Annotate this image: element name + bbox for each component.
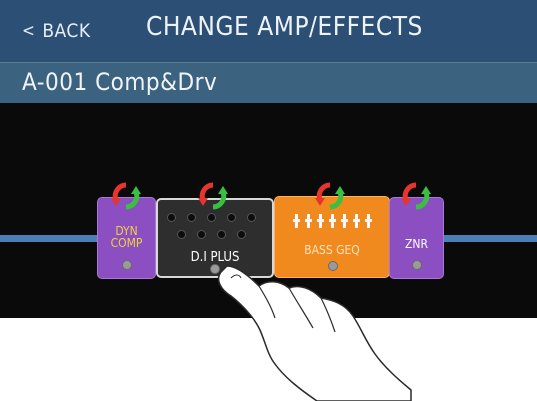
effect-label: DYN COMP xyxy=(110,224,143,250)
rotate-arrows-icon[interactable] xyxy=(314,180,346,212)
back-button[interactable]: < BACK xyxy=(22,14,91,48)
knob xyxy=(167,213,176,222)
signal-cable-in xyxy=(0,235,100,242)
effect-led xyxy=(122,260,132,270)
eq-slider-cap xyxy=(353,219,360,222)
effect-led xyxy=(412,260,422,270)
knob xyxy=(217,230,226,239)
rotate-arrows-icon[interactable] xyxy=(197,180,229,212)
rotate-arrows-icon[interactable] xyxy=(110,180,142,212)
eq-slider-cap xyxy=(305,219,312,222)
signal-cable-out xyxy=(444,235,537,242)
header-bar: < BACK CHANGE AMP/EFFECTS xyxy=(0,0,537,62)
eq-slider-cap xyxy=(293,219,300,222)
back-label: BACK xyxy=(42,20,91,42)
patch-bar: A-001 Comp&Drv xyxy=(0,62,537,103)
knob xyxy=(207,213,216,222)
knob xyxy=(247,213,256,222)
eq-slider-cap xyxy=(317,219,324,222)
knob xyxy=(187,213,196,222)
chevron-left-icon: < xyxy=(22,21,36,41)
knob xyxy=(197,230,206,239)
patch-name: A-001 Comp&Drv xyxy=(22,68,218,96)
knob xyxy=(237,230,246,239)
effect-label: ZNR xyxy=(405,237,428,251)
eq-slider-cap xyxy=(365,219,372,222)
effect-label: BASS GEQ xyxy=(304,243,360,257)
eq-slider-cap xyxy=(341,219,348,222)
knob xyxy=(227,213,236,222)
eq-slider-cap xyxy=(329,219,336,222)
knob xyxy=(177,230,186,239)
screen-title: CHANGE AMP/EFFECTS xyxy=(146,12,423,42)
rotate-arrows-icon[interactable] xyxy=(400,180,432,212)
pointing-hand-icon xyxy=(217,265,412,401)
